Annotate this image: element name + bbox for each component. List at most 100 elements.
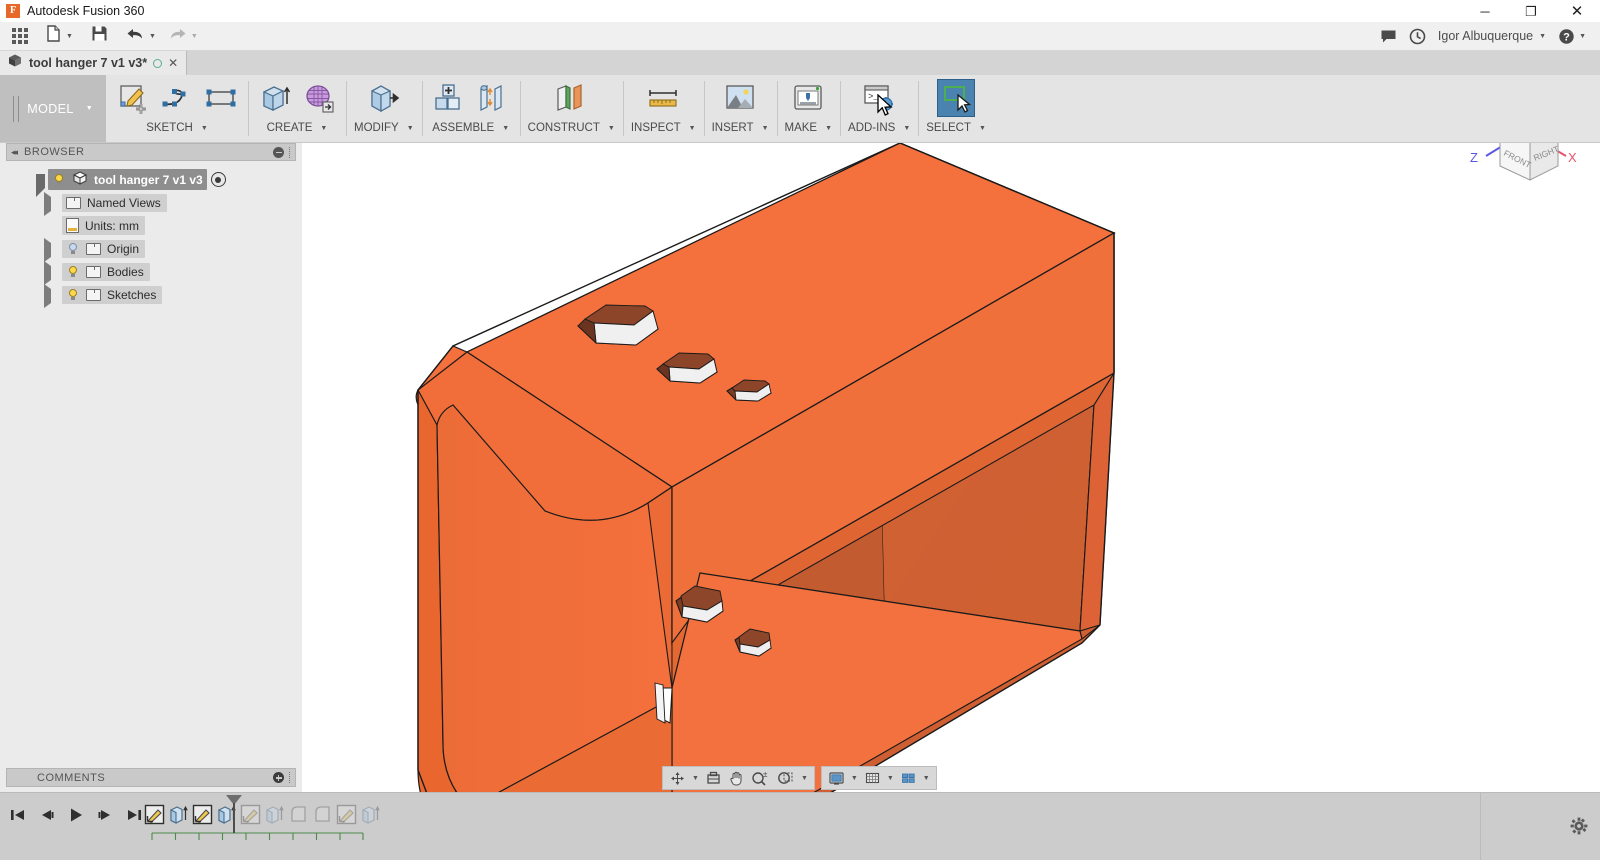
sketches-node[interactable]: Sketches [6, 283, 296, 306]
document-tab[interactable]: tool hanger 7 v1 v3* ✕ [0, 51, 187, 75]
save-button[interactable] [85, 22, 114, 51]
help-caret[interactable]: ▼ [1579, 33, 1586, 40]
display-settings-caret[interactable]: ▼ [851, 775, 858, 782]
joint-icon[interactable] [474, 79, 512, 117]
undo-caret[interactable]: ▼ [149, 33, 156, 40]
named-views-node[interactable]: Named Views [6, 191, 296, 214]
origin-node[interactable]: Origin [6, 237, 296, 260]
construct-caret[interactable]: ▼ [608, 125, 615, 132]
ribbon-group-label-inspect: INSPECT [631, 122, 681, 134]
timeline-feature-extrude-3[interactable] [262, 801, 286, 827]
circle-plus-icon[interactable] [273, 772, 284, 783]
expander-open-icon[interactable] [36, 174, 48, 186]
timeline-feature-extrude-1[interactable] [166, 801, 190, 827]
undo-button[interactable]: ▼ [120, 22, 162, 51]
timeline-play-button[interactable] [66, 805, 86, 825]
pan-hand-icon[interactable] [725, 767, 748, 789]
app-grid-button[interactable] [6, 22, 34, 51]
display-settings-icon[interactable]: ▼ [825, 767, 861, 789]
folder-icon [66, 197, 81, 209]
units-node[interactable]: Units: mm [6, 214, 296, 237]
gear-icon[interactable] [1570, 817, 1588, 835]
nav-group-display[interactable]: ▼ ▼ [821, 766, 937, 790]
inspect-caret[interactable]: ▼ [689, 125, 696, 132]
user-account-button[interactable]: Igor Albuquerque ▼ [1432, 22, 1552, 51]
viewport-navigation-bar[interactable]: ▼ ± [662, 766, 937, 790]
zoom-window-caret[interactable]: ▼ [801, 775, 808, 782]
redo-caret[interactable]: ▼ [191, 33, 198, 40]
create-caret[interactable]: ▼ [320, 125, 327, 132]
measure-ruler-icon[interactable] [644, 79, 682, 117]
timeline-step-back-button[interactable] [37, 805, 57, 825]
maximize-button[interactable]: ❐ [1508, 0, 1554, 22]
circle-minus-icon[interactable] [273, 147, 284, 158]
make-caret[interactable]: ▼ [825, 125, 832, 132]
document-tab-close-icon[interactable]: ✕ [168, 57, 178, 69]
workspace-switcher-button[interactable]: MODEL ▼ [0, 75, 106, 142]
select-window-icon[interactable] [937, 79, 975, 117]
timeline-feature-extrude-4[interactable] [358, 801, 382, 827]
timeline-go-to-beginning-button[interactable] [8, 805, 28, 825]
workspace-caret[interactable]: ▼ [86, 105, 93, 112]
viewports-icon[interactable]: ▼ [897, 767, 933, 789]
visibility-bulb-icon[interactable] [66, 242, 80, 256]
offset-plane-icon[interactable] [552, 79, 590, 117]
minimize-button[interactable]: ─ [1462, 0, 1508, 22]
activate-component-button[interactable] [211, 172, 226, 187]
comments-button[interactable] [1374, 22, 1403, 51]
redo-button[interactable]: ▼ [162, 22, 204, 51]
nav-group-primary[interactable]: ▼ ± [662, 766, 815, 790]
sketch-caret[interactable]: ▼ [201, 125, 208, 132]
timeline-step-forward-button[interactable] [95, 805, 115, 825]
user-account-caret[interactable]: ▼ [1539, 33, 1546, 40]
visibility-bulb-icon[interactable] [52, 173, 66, 187]
expander-closed-icon[interactable] [44, 243, 56, 255]
create-form-icon[interactable] [300, 79, 338, 117]
timeline-feature-sketch-1[interactable] [142, 801, 166, 827]
ribbon-toolbar: MODEL ▼ [0, 75, 1600, 143]
orbit-caret[interactable]: ▼ [692, 775, 699, 782]
timeline-feature-sketch-4[interactable] [334, 801, 358, 827]
zoom-window-icon[interactable]: ▼ [773, 767, 811, 789]
sync-circle-icon[interactable] [153, 59, 162, 68]
timeline-feature-fillet-1[interactable] [286, 801, 310, 827]
grid-snaps-icon[interactable]: ▼ [861, 767, 897, 789]
tool-hanger-root[interactable]: tool hanger 7 v1 v3 [6, 168, 296, 191]
timeline-feature-sketch-2[interactable] [190, 801, 214, 827]
select-caret[interactable]: ▼ [979, 125, 986, 132]
new-document-button[interactable]: ▼ [40, 22, 79, 51]
new-component-icon[interactable] [430, 79, 468, 117]
history-button[interactable] [1403, 22, 1432, 51]
grid-snaps-caret[interactable]: ▼ [887, 775, 894, 782]
comments-panel-header[interactable]: COMMENTS [6, 768, 296, 787]
timeline-go-to-end-button[interactable] [124, 805, 144, 825]
create-sketch-icon[interactable] [114, 79, 152, 117]
3d-print-icon[interactable] [789, 79, 827, 117]
extrude-icon[interactable] [256, 79, 294, 117]
insert-image-icon[interactable] [721, 79, 759, 117]
drag-grip-icon[interactable] [289, 147, 291, 158]
expander-closed-icon[interactable] [44, 266, 56, 278]
press-pull-icon[interactable] [365, 79, 403, 117]
visibility-bulb-icon[interactable] [66, 265, 80, 279]
bodies-node[interactable]: Bodies [6, 260, 296, 283]
sketch-rectangle-icon[interactable] [202, 79, 240, 117]
expander-closed-icon[interactable] [44, 197, 56, 209]
drag-grip-icon[interactable] [289, 772, 291, 783]
insert-caret[interactable]: ▼ [762, 125, 769, 132]
help-button[interactable]: ? ▼ [1552, 22, 1592, 51]
addins-caret[interactable]: ▼ [903, 125, 910, 132]
visibility-bulb-icon[interactable] [66, 288, 80, 302]
assemble-caret[interactable]: ▼ [502, 125, 509, 132]
viewports-caret[interactable]: ▼ [923, 775, 930, 782]
browser-collapse-icon[interactable]: ◂◂ [11, 147, 16, 158]
modify-caret[interactable]: ▼ [407, 125, 414, 132]
timeline-feature-fillet-2[interactable] [310, 801, 334, 827]
expander-closed-icon[interactable] [44, 289, 56, 301]
close-button[interactable]: ✕ [1554, 0, 1600, 22]
look-at-icon[interactable] [702, 767, 725, 789]
zoom-icon[interactable]: ± [748, 767, 773, 789]
sketch-spline-icon[interactable] [158, 79, 196, 117]
new-document-caret[interactable]: ▼ [66, 33, 73, 40]
orbit-icon[interactable]: ▼ [666, 767, 702, 789]
